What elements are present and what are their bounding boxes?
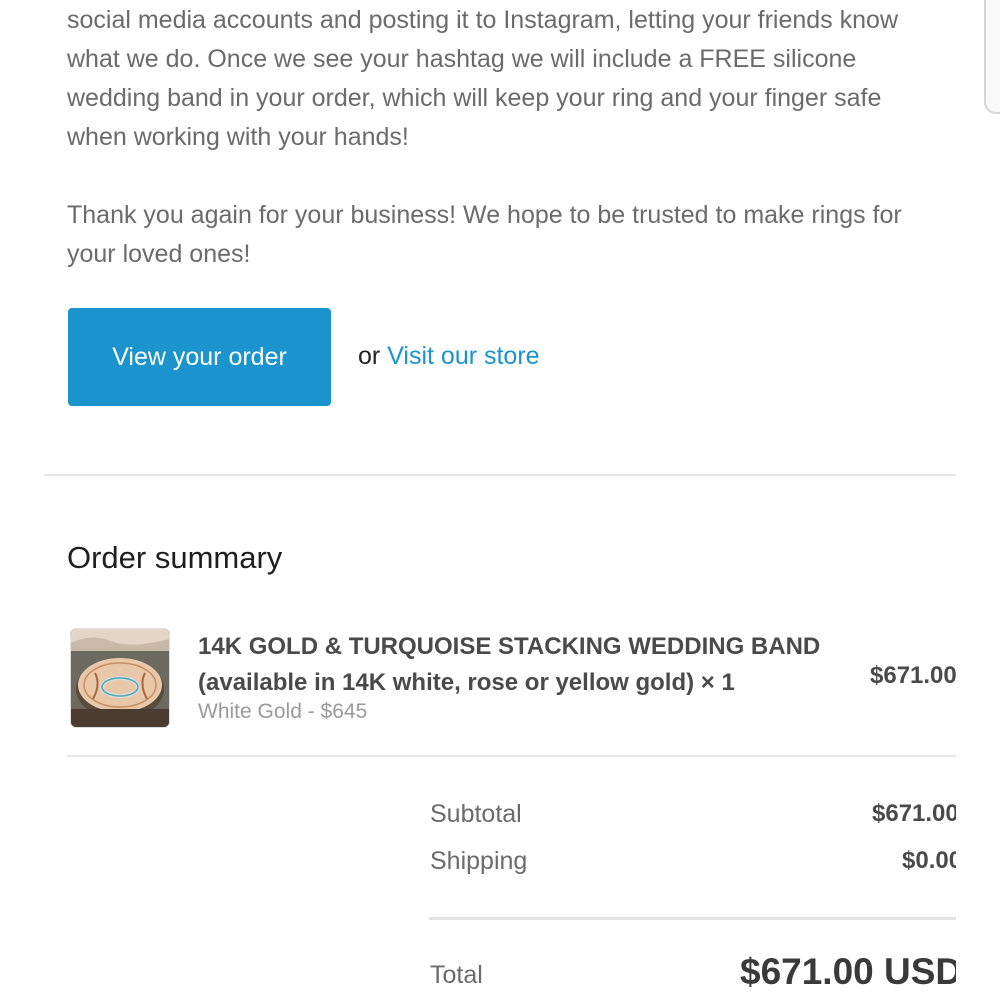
shipping-label: Shipping bbox=[430, 847, 528, 875]
or-text: or bbox=[358, 342, 381, 370]
visit-store-link[interactable]: Visit our store bbox=[387, 342, 539, 370]
shipping-value: $0.00 bbox=[902, 847, 956, 874]
product-thumbnail[interactable] bbox=[70, 628, 170, 728]
product-title[interactable]: 14K GOLD & TURQUOISE STACKING WEDDING BA… bbox=[198, 629, 858, 701]
section-divider bbox=[44, 474, 956, 476]
ring-product-icon bbox=[71, 629, 169, 727]
store-link-row: or Visit our store bbox=[358, 340, 540, 372]
email-order-confirmation: social media accounts and posting it to … bbox=[0, 0, 1000, 1000]
product-price: $671.00 bbox=[870, 662, 956, 689]
view-order-button[interactable]: View your order bbox=[68, 308, 331, 406]
total-value: $671.00 USD bbox=[740, 951, 956, 992]
order-summary-title: Order summary bbox=[67, 540, 283, 575]
scrollbar-edge[interactable] bbox=[984, 0, 1000, 114]
subtotal-label: Subtotal bbox=[430, 800, 522, 828]
total-label: Total bbox=[430, 961, 483, 989]
product-variant: White Gold - $645 bbox=[198, 700, 368, 723]
instagram-offer-text: social media accounts and posting it to … bbox=[67, 6, 898, 151]
thank-you-text: Thank you again for your business! We ho… bbox=[67, 201, 902, 268]
items-divider bbox=[67, 755, 956, 757]
subtotal-value: $671.00 bbox=[872, 800, 956, 827]
totals-divider bbox=[429, 917, 956, 920]
